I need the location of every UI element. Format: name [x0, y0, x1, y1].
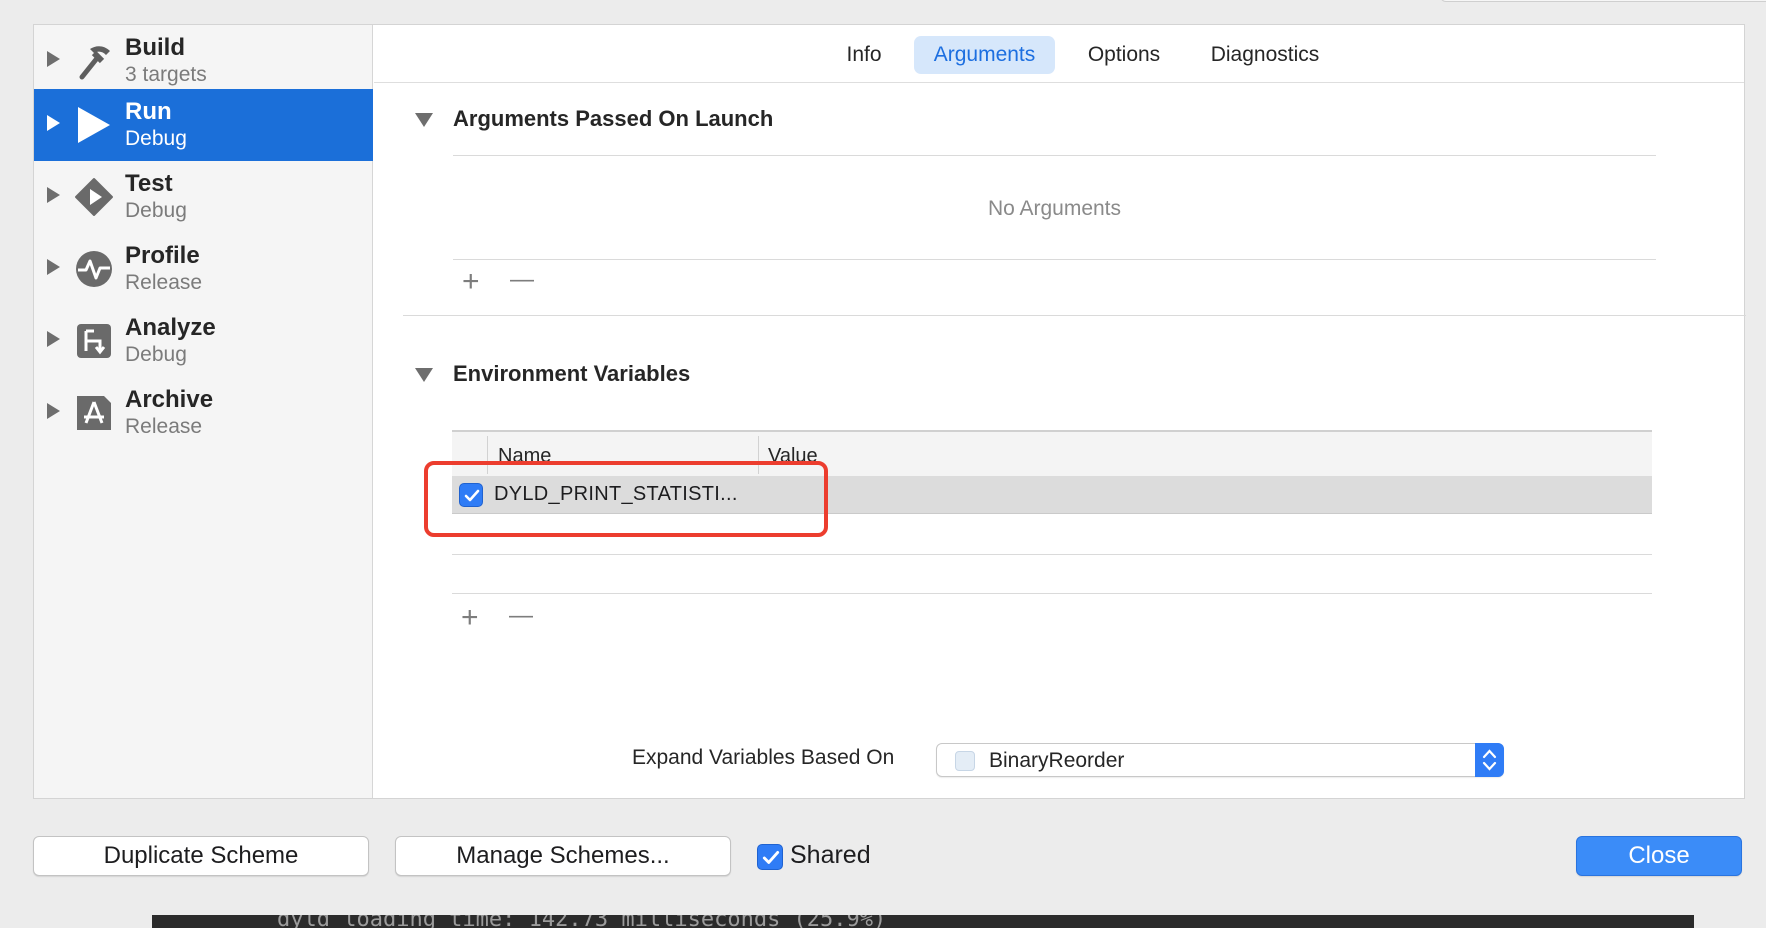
sidebar-item-analyze[interactable]: Analyze Debug: [34, 305, 373, 377]
tab-diagnostics[interactable]: Diagnostics: [1190, 36, 1340, 74]
popup-stepper-icon[interactable]: [1475, 743, 1504, 777]
sidebar-item-subtitle: 3 targets: [125, 63, 207, 86]
sidebar-item-run[interactable]: Run Debug: [34, 89, 373, 161]
tab-arguments[interactable]: Arguments: [914, 36, 1055, 74]
close-button[interactable]: Close: [1576, 836, 1742, 876]
remove-env-variable-button[interactable]: —: [509, 601, 533, 631]
sidebar-item-title: Test: [125, 170, 173, 197]
terminal-output-strip: dyld loading time: 142.73 milliseconds (…: [152, 915, 1694, 928]
sidebar-item-title: Build: [125, 34, 185, 61]
sidebar-item-subtitle: Debug: [125, 343, 187, 366]
analyze-icon: [77, 324, 111, 358]
disclosure-triangle-icon[interactable]: [47, 115, 60, 131]
divider: [452, 593, 1652, 594]
disclosure-triangle-icon[interactable]: [47, 403, 60, 419]
manage-schemes-button[interactable]: Manage Schemes...: [395, 836, 731, 876]
sidebar-item-build[interactable]: Build 3 targets: [34, 25, 373, 97]
sidebar-item-profile[interactable]: Profile Release: [34, 233, 373, 305]
tab-info[interactable]: Info: [832, 36, 896, 74]
sidebar-item-test[interactable]: Test Debug: [34, 161, 373, 233]
sidebar-item-subtitle: Debug: [125, 127, 187, 150]
env-section-title: Environment Variables: [453, 361, 691, 386]
shared-label: Shared: [790, 841, 871, 869]
tab-bar: Info Arguments Options Diagnostics: [374, 25, 1744, 83]
duplicate-scheme-button[interactable]: Duplicate Scheme: [33, 836, 369, 876]
section-divider: [403, 315, 1746, 316]
sidebar-item-subtitle: Release: [125, 271, 203, 294]
sidebar-item-title: Analyze: [125, 314, 216, 341]
sidebar-item-title: Archive: [125, 386, 214, 413]
disclosure-triangle-icon[interactable]: [47, 331, 60, 347]
sidebar-item-subtitle: Debug: [125, 199, 187, 222]
divider: [453, 155, 1656, 156]
play-icon: [78, 107, 110, 143]
collapse-env-toggle-icon[interactable]: [415, 368, 433, 382]
expand-variables-label: Expand Variables Based On: [632, 746, 895, 769]
disclosure-triangle-icon[interactable]: [47, 51, 60, 67]
checkmark-icon: [762, 851, 780, 864]
no-arguments-text: No Arguments: [987, 197, 1122, 220]
sidebar-item-subtitle: Release: [125, 415, 203, 438]
expand-variables-popup[interactable]: BinaryReorder: [936, 743, 1504, 777]
popover-edge: [1440, 0, 1766, 2]
annotation-highlight-box: [424, 461, 828, 537]
archive-icon: [77, 396, 111, 430]
add-env-variable-button[interactable]: +: [461, 603, 479, 633]
waveform-icon: [76, 251, 112, 287]
shared-checkbox[interactable]: [757, 844, 783, 870]
app-target-icon: [955, 751, 975, 771]
sidebar-item-title: Run: [125, 98, 172, 125]
sidebar-item-title: Profile: [125, 242, 200, 269]
divider: [453, 259, 1656, 260]
add-argument-button[interactable]: +: [462, 267, 480, 297]
hammer-icon: [79, 46, 110, 80]
remove-argument-button[interactable]: —: [510, 265, 534, 295]
collapse-arguments-toggle-icon[interactable]: [415, 113, 433, 127]
test-diamond-icon: [75, 178, 113, 216]
disclosure-triangle-icon[interactable]: [47, 259, 60, 275]
divider: [452, 554, 1652, 555]
scheme-editor-sheet: Build 3 targets Run Debug Test Debug Pro…: [33, 24, 1746, 799]
disclosure-triangle-icon[interactable]: [47, 187, 60, 203]
tab-options[interactable]: Options: [1074, 36, 1174, 74]
sidebar-item-archive[interactable]: Archive Release: [34, 377, 373, 449]
terminal-output-text: dyld loading time: 142.73 milliseconds (…: [277, 915, 887, 928]
arguments-section-title: Arguments Passed On Launch: [453, 106, 774, 131]
expand-variables-value: BinaryReorder: [989, 749, 1125, 772]
scheme-actions-sidebar: Build 3 targets Run Debug Test Debug Pro…: [34, 25, 373, 798]
